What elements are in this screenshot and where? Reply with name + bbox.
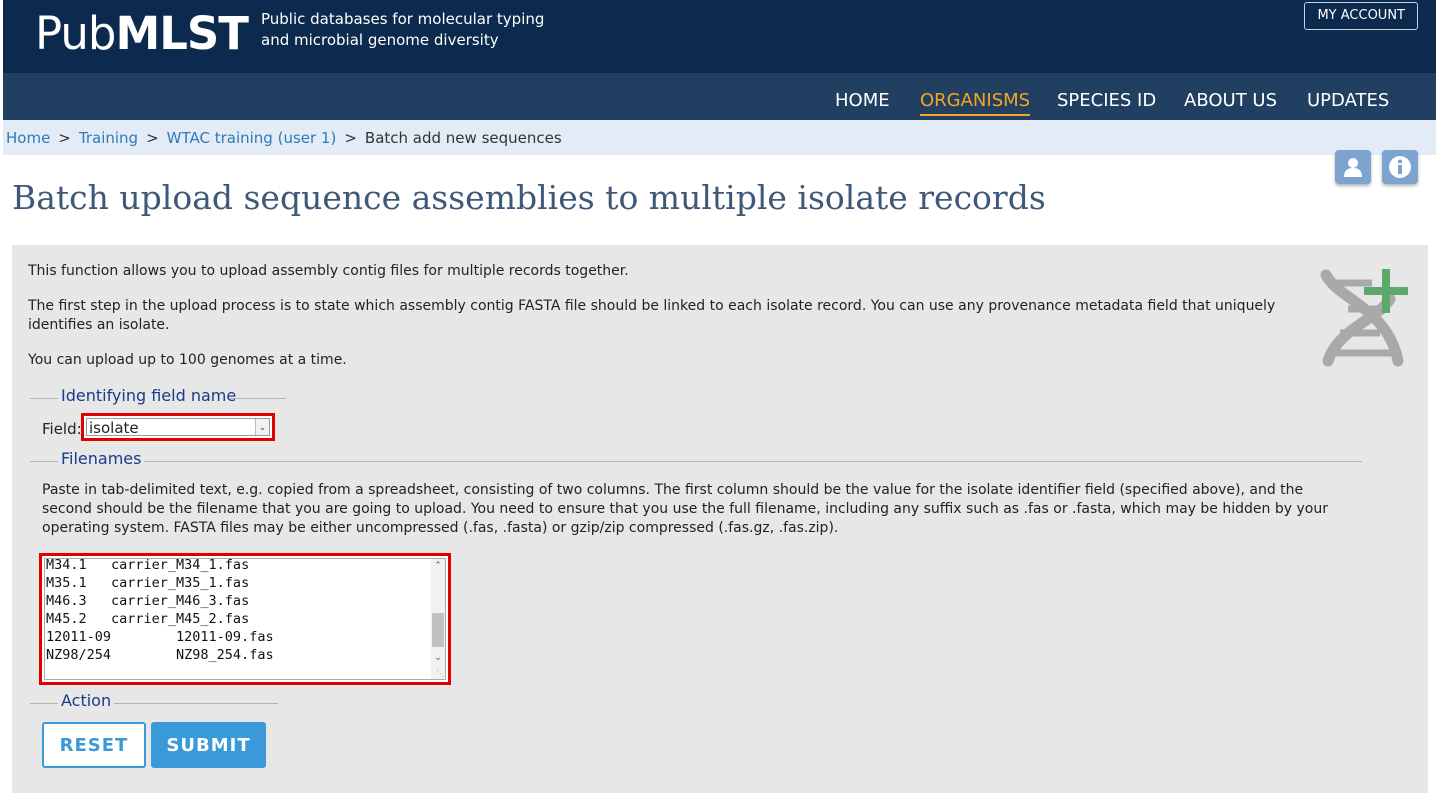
fieldset-border bbox=[230, 398, 286, 399]
identifying-field-legend: Identifying field name bbox=[61, 386, 237, 405]
fieldset-border bbox=[30, 398, 58, 399]
breadcrumb: Home > Training > WTAC training (user 1) > Bat… bbox=[3, 120, 1436, 155]
breadcrumb-wtac-training[interactable]: WTAC training (user 1) bbox=[167, 129, 337, 147]
chevron-down-icon[interactable]: ⌄ bbox=[255, 419, 269, 435]
scrollbar-thumb[interactable] bbox=[432, 613, 444, 647]
textarea-line: 12011-09 12011-09.fas bbox=[46, 629, 274, 645]
scroll-down-icon[interactable]: ⌄ bbox=[431, 651, 445, 665]
instructions-text: The first step in the upload process is … bbox=[28, 298, 1276, 333]
filenames-legend: Filenames bbox=[61, 449, 142, 468]
pubmlst-logo[interactable]: PubMLST bbox=[35, 6, 249, 62]
nav-about-us[interactable]: ABOUT US bbox=[1184, 90, 1277, 112]
breadcrumb-home[interactable]: Home bbox=[6, 129, 50, 147]
info-icon[interactable] bbox=[1382, 150, 1418, 184]
nav-organisms[interactable]: ORGANISMS bbox=[920, 90, 1031, 116]
fieldset-border bbox=[30, 461, 58, 462]
page-title: Batch upload sequence assemblies to mult… bbox=[12, 178, 1046, 217]
user-icon[interactable] bbox=[1335, 150, 1371, 184]
resize-grip-icon[interactable]: ⋱ bbox=[436, 670, 444, 678]
textarea-line: M34.1 carrier_M34_1.fas bbox=[46, 558, 250, 573]
my-account-button[interactable]: MY ACCOUNT bbox=[1304, 2, 1418, 30]
textarea-line: M35.1 carrier_M35_1.fas bbox=[46, 575, 250, 591]
logo-text-pub: Pub bbox=[35, 7, 116, 60]
textarea-line: NZ98/254 NZ98_254.fas bbox=[46, 647, 274, 663]
submit-button[interactable]: SUBMIT bbox=[151, 722, 266, 768]
textarea-scrollbar[interactable]: ⌃ ⌄ bbox=[431, 559, 445, 679]
add-sequence-icon bbox=[1318, 269, 1410, 371]
fieldset-border bbox=[30, 703, 58, 704]
field-select[interactable]: isolate ⌄ bbox=[86, 418, 270, 437]
field-label: Field: bbox=[42, 420, 82, 438]
nav-home[interactable]: HOME bbox=[835, 90, 890, 112]
tagline-line-1: Public databases for molecular typing bbox=[261, 10, 545, 28]
content-panel: This function allows you to upload assem… bbox=[12, 245, 1428, 793]
intro-text: This function allows you to upload assem… bbox=[28, 263, 629, 279]
breadcrumb-training[interactable]: Training bbox=[79, 129, 138, 147]
filenames-textarea-highlight: M34.1 carrier_M34_1.fas M35.1 carrier_M3… bbox=[39, 553, 451, 685]
scroll-up-icon[interactable]: ⌃ bbox=[431, 559, 445, 573]
breadcrumb-separator: > bbox=[58, 129, 71, 147]
nav-species-id[interactable]: SPECIES ID bbox=[1057, 90, 1156, 112]
reset-button[interactable]: RESET bbox=[42, 722, 146, 768]
limit-text: You can upload up to 100 genomes at a ti… bbox=[28, 352, 347, 368]
field-select-highlight: isolate ⌄ bbox=[81, 413, 275, 441]
breadcrumb-current: Batch add new sequences bbox=[364, 129, 562, 147]
textarea-line: M46.3 carrier_M46_3.fas bbox=[46, 593, 250, 609]
textarea-line: M45.2 carrier_M45_2.fas bbox=[46, 611, 250, 627]
main-nav: HOME ORGANISMS SPECIES ID ABOUT US UPDAT… bbox=[3, 73, 1436, 120]
breadcrumb-separator: > bbox=[146, 129, 159, 147]
site-header: PubMLST Public databases for molecular t… bbox=[3, 0, 1436, 73]
nav-updates[interactable]: UPDATES bbox=[1307, 90, 1389, 112]
tagline-line-2: and microbial genome diversity bbox=[261, 31, 499, 49]
field-select-value: isolate bbox=[89, 419, 139, 437]
breadcrumb-separator: > bbox=[344, 129, 357, 147]
action-legend: Action bbox=[61, 691, 112, 710]
filenames-textarea[interactable]: M34.1 carrier_M34_1.fas M35.1 carrier_M3… bbox=[44, 558, 446, 680]
fieldset-border bbox=[144, 461, 1362, 462]
logo-text-mlst: MLST bbox=[115, 7, 249, 60]
site-tagline: Public databases for molecular typing an… bbox=[261, 9, 544, 51]
fieldset-border bbox=[114, 703, 278, 704]
filenames-description: Paste in tab-delimited text, e.g. copied… bbox=[42, 482, 1328, 536]
